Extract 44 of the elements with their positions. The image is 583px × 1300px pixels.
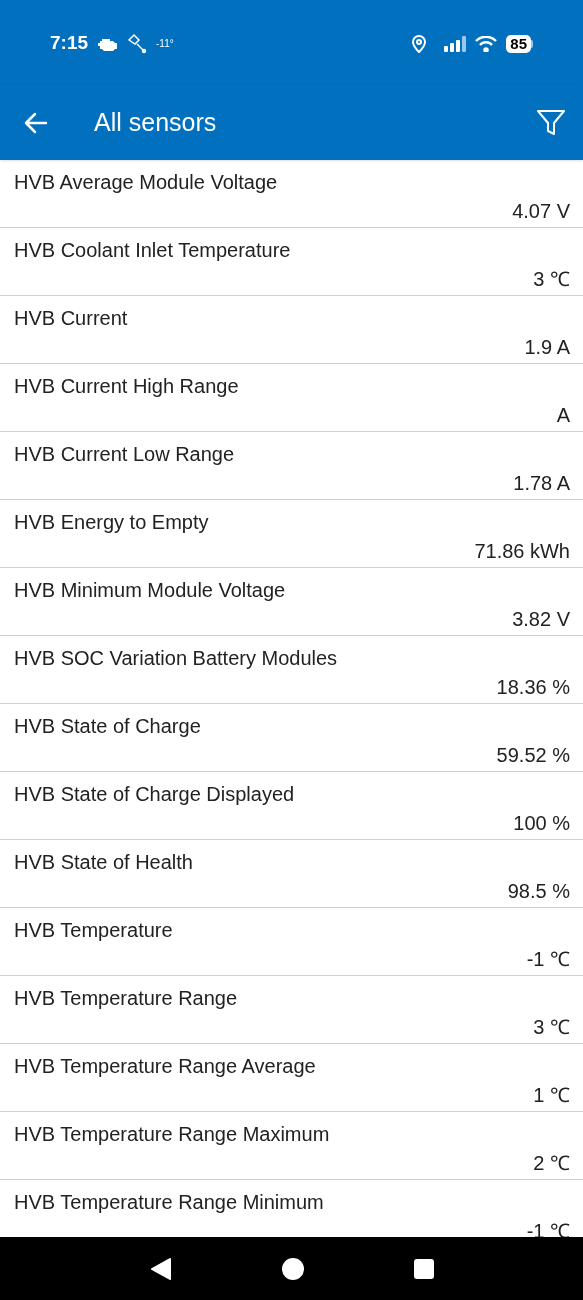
sensor-name: HVB Current Low Range	[14, 442, 236, 467]
sensor-name: HVB Coolant Inlet Temperature	[14, 238, 292, 263]
sensor-name: HVB Temperature Range Minimum	[14, 1190, 325, 1215]
engine-icon	[98, 36, 119, 51]
sensor-value: 4.07 V	[512, 199, 570, 224]
sensor-name: HVB State of Charge	[14, 714, 202, 739]
sensor-name: HVB Temperature	[14, 918, 174, 943]
home-icon[interactable]	[281, 1257, 304, 1280]
sensor-value: A	[556, 403, 570, 428]
sensor-value: -1 ℃	[526, 947, 570, 972]
sensor-name: HVB Temperature Range	[14, 986, 239, 1011]
sensor-value: 3 ℃	[533, 267, 570, 292]
sensor-name: HVB Energy to Empty	[14, 510, 210, 535]
sensor-name: HVB Current	[14, 306, 129, 331]
sensor-value: 2 ℃	[533, 1151, 570, 1176]
sensor-value: 18.36 %	[496, 675, 570, 700]
sensor-value: 100 %	[513, 811, 570, 836]
battery-icon: 85	[506, 34, 533, 53]
back-icon[interactable]	[149, 1256, 172, 1281]
sensor-name: HVB State of Charge Displayed	[14, 782, 296, 807]
wifi-icon	[475, 35, 498, 52]
sensor-value: 1.78 A	[513, 471, 570, 496]
sensor-value: 59.52 %	[496, 743, 570, 768]
sensor-name: HVB Temperature Range Average	[14, 1054, 317, 1079]
screen-title: All sensors	[94, 106, 217, 138]
sensor-name: HVB State of Health	[14, 850, 194, 875]
sensor-value: 98.5 %	[507, 879, 570, 904]
sensor-value: 1.9 A	[524, 335, 570, 360]
sensor-name: HVB SOC Variation Battery Modules	[14, 646, 339, 671]
location-icon	[412, 34, 427, 53]
temperature-text: -11°	[156, 37, 174, 51]
sensor-name: HVB Average Module Voltage	[14, 170, 279, 195]
sensor-name: HVB Temperature Range Maximum	[14, 1122, 331, 1147]
back-arrow-icon[interactable]	[24, 111, 48, 134]
sensor-value: 3 ℃	[533, 1015, 570, 1040]
sensor-value: 71.86 kWh	[474, 539, 570, 564]
sensor-value: 1 ℃	[533, 1083, 570, 1108]
filter-icon[interactable]	[537, 109, 565, 136]
sensor-name: HVB Minimum Module Voltage	[14, 578, 287, 603]
recents-icon[interactable]	[413, 1258, 434, 1279]
sensor-name: HVB Current High Range	[14, 374, 240, 399]
signal-icon	[444, 35, 467, 52]
sensor-value: 3.82 V	[512, 607, 570, 632]
status-time: 7:15	[50, 31, 89, 56]
